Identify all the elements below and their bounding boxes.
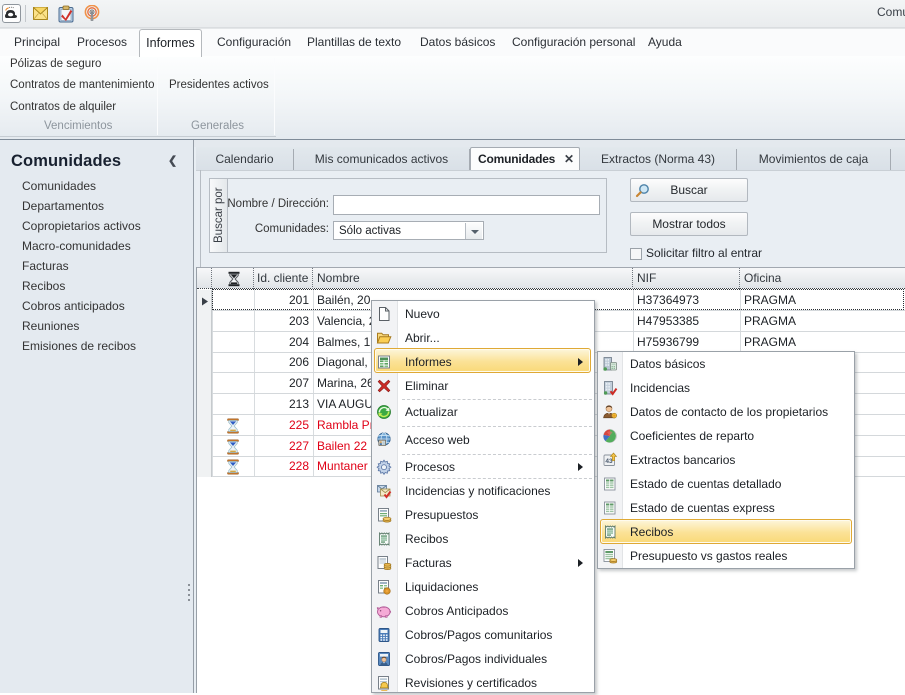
svg-text:43: 43 bbox=[605, 458, 613, 465]
